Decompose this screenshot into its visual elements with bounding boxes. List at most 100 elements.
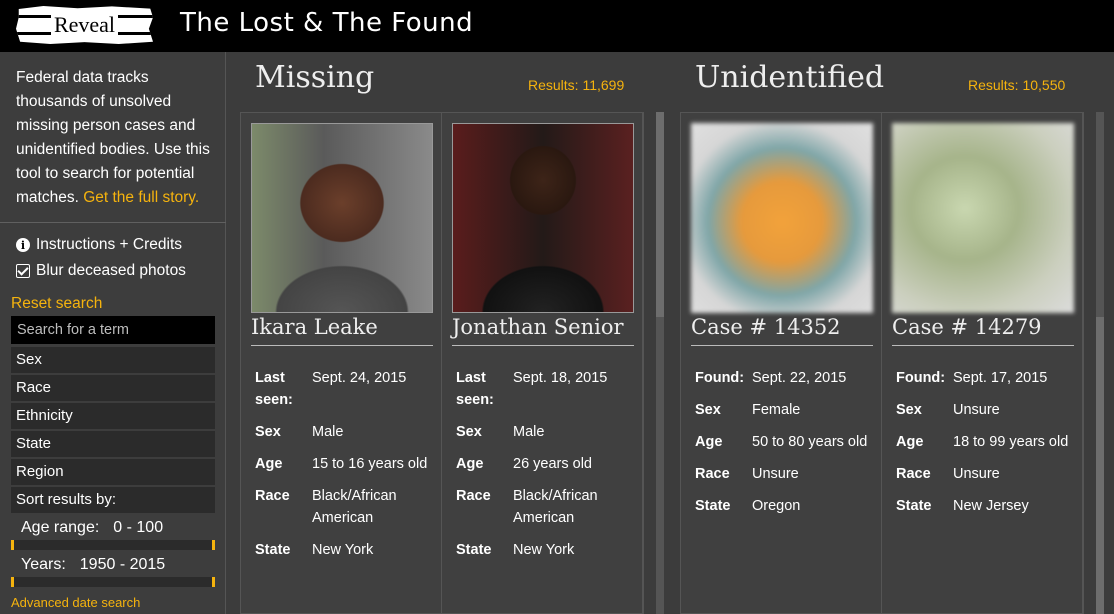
search-input[interactable]	[11, 316, 215, 344]
blurred-photo	[691, 123, 873, 313]
unidentified-scrollbar-thumb[interactable]	[1096, 317, 1104, 614]
detail-label: Race	[896, 466, 931, 482]
detail-value: Unsure	[953, 466, 1000, 482]
blurred-photo	[892, 123, 1074, 313]
years-range-label: Years: 1950 - 2015	[21, 556, 165, 574]
age-slider-min-handle[interactable]	[11, 540, 14, 550]
missing-card[interactable]: Ikara Leake Last seen: Sept. 24, 2015 Sex…	[241, 113, 442, 614]
detail-value: Female	[752, 402, 801, 418]
detail-label: Age	[255, 456, 283, 472]
detail-value: Sept. 24, 2015	[312, 370, 407, 386]
detail-value: 50 to 80 years old	[752, 434, 868, 450]
detail-label: State	[896, 498, 932, 514]
missing-title: Missing	[255, 60, 375, 95]
full-story-link[interactable]: Get the full story.	[83, 189, 199, 206]
case-details: Found: Sept. 22, 2015 Sex Female Age 50 to …	[695, 367, 873, 527]
years-range-text: Years:	[21, 556, 66, 573]
detail-label: Age	[896, 434, 924, 450]
missing-scrollbar[interactable]	[656, 112, 664, 614]
detail-value: Sept. 17, 2015	[953, 370, 1048, 386]
unidentified-title: Unidentified	[695, 60, 885, 95]
detail-label: Last seen:	[255, 370, 293, 408]
detail-value: Unsure	[953, 402, 1000, 418]
years-slider-min-handle[interactable]	[11, 577, 14, 587]
filter-sex[interactable]: Sex	[11, 347, 215, 373]
blur-label: Blur deceased photos	[36, 262, 186, 279]
person-details: Last seen: Sept. 24, 2015 Sex Male Age 15 t…	[255, 367, 433, 571]
age-range-label: Age range: 0 - 100	[21, 519, 163, 537]
person-details: Last seen: Sept. 18, 2015 Sex Male Age 26 y…	[456, 367, 634, 571]
info-icon: i	[16, 238, 30, 252]
unidentified-results-count: Results: 10,550	[968, 77, 1066, 93]
instructions-credits-link[interactable]: i Instructions + Credits	[16, 236, 182, 254]
detail-label: Sex	[456, 424, 482, 440]
detail-label: State	[695, 498, 731, 514]
advanced-date-search-link[interactable]: Advanced date search	[11, 595, 140, 610]
detail-label: Sex	[255, 424, 281, 440]
detail-value: 26 years old	[513, 456, 592, 472]
filter-state[interactable]: State	[11, 431, 215, 457]
sidebar-divider	[0, 222, 226, 223]
detail-value: Black/African American	[312, 488, 397, 526]
years-slider-max-handle[interactable]	[212, 577, 215, 587]
detail-value: Oregon	[752, 498, 801, 514]
filter-region[interactable]: Region	[11, 459, 215, 485]
detail-value: 18 to 99 years old	[953, 434, 1069, 450]
app-title: The Lost & The Found	[180, 8, 474, 38]
detail-label: Found:	[695, 370, 745, 386]
top-bar: Reveal The Lost & The Found	[0, 0, 1114, 52]
years-range-value: 1950 - 2015	[79, 556, 166, 573]
detail-value: Sept. 22, 2015	[752, 370, 847, 386]
detail-value: Unsure	[752, 466, 799, 482]
years-range-slider[interactable]	[11, 577, 215, 587]
checkbox-checked-icon[interactable]	[16, 264, 30, 278]
missing-results-count: Results: 11,699	[528, 77, 625, 93]
detail-label: State	[255, 542, 291, 558]
detail-value: Sept. 18, 2015	[513, 370, 608, 386]
sidebar: Federal data tracks thousands of unsolve…	[0, 52, 226, 614]
age-slider-max-handle[interactable]	[212, 540, 215, 550]
sort-results-dropdown[interactable]: Sort results by:	[11, 487, 215, 513]
case-number: Case # 14279	[892, 315, 1074, 346]
age-range-text: Age range:	[21, 519, 100, 536]
intro-text: Federal data tracks thousands of unsolve…	[16, 66, 221, 210]
person-photo	[251, 123, 433, 313]
detail-value: 15 to 16 years old	[312, 456, 428, 472]
unidentified-scrollbar[interactable]	[1096, 112, 1104, 614]
case-number: Case # 14352	[691, 315, 873, 346]
reveal-logo[interactable]: Reveal	[16, 6, 153, 44]
detail-label: Age	[695, 434, 723, 450]
person-name: Jonathan Senior	[452, 315, 634, 346]
detail-value: Male	[312, 424, 344, 440]
detail-label: Race	[456, 488, 491, 504]
missing-card[interactable]: Jonathan Senior Last seen: Sept. 18, 2015…	[442, 113, 643, 614]
filter-ethnicity[interactable]: Ethnicity	[11, 403, 215, 429]
detail-value: New Jersey	[953, 498, 1029, 514]
case-details: Found: Sept. 17, 2015 Sex Unsure Age 18 to …	[896, 367, 1074, 527]
intro-body: Federal data tracks thousands of unsolve…	[16, 69, 210, 206]
instructions-label: Instructions + Credits	[36, 236, 183, 253]
detail-label: State	[456, 542, 492, 558]
detail-label: Race	[255, 488, 290, 504]
logo-text: Reveal	[50, 12, 119, 38]
age-range-slider[interactable]	[11, 540, 215, 550]
detail-label: Race	[695, 466, 730, 482]
blur-photos-toggle[interactable]: Blur deceased photos	[16, 262, 186, 280]
detail-value: Male	[513, 424, 545, 440]
detail-label: Sex	[896, 402, 922, 418]
unidentified-card[interactable]: Case # 14279 Found: Sept. 17, 2015 Sex Uns…	[882, 113, 1083, 614]
filter-race[interactable]: Race	[11, 375, 215, 401]
detail-label: Last seen:	[456, 370, 494, 408]
detail-value: Black/African American	[513, 488, 598, 526]
detail-label: Found:	[896, 370, 946, 386]
person-name: Ikara Leake	[251, 315, 433, 346]
missing-card-list: Ikara Leake Last seen: Sept. 24, 2015 Sex…	[240, 112, 644, 614]
detail-label: Age	[456, 456, 484, 472]
missing-scrollbar-thumb[interactable]	[656, 112, 664, 317]
detail-value: New York	[312, 542, 374, 558]
unidentified-card[interactable]: Case # 14352 Found: Sept. 22, 2015 Sex Fem…	[681, 113, 882, 614]
reset-search-link[interactable]: Reset search	[11, 295, 102, 313]
unidentified-card-list: Case # 14352 Found: Sept. 22, 2015 Sex Fem…	[680, 112, 1084, 614]
person-photo	[452, 123, 634, 313]
detail-label: Sex	[695, 402, 721, 418]
